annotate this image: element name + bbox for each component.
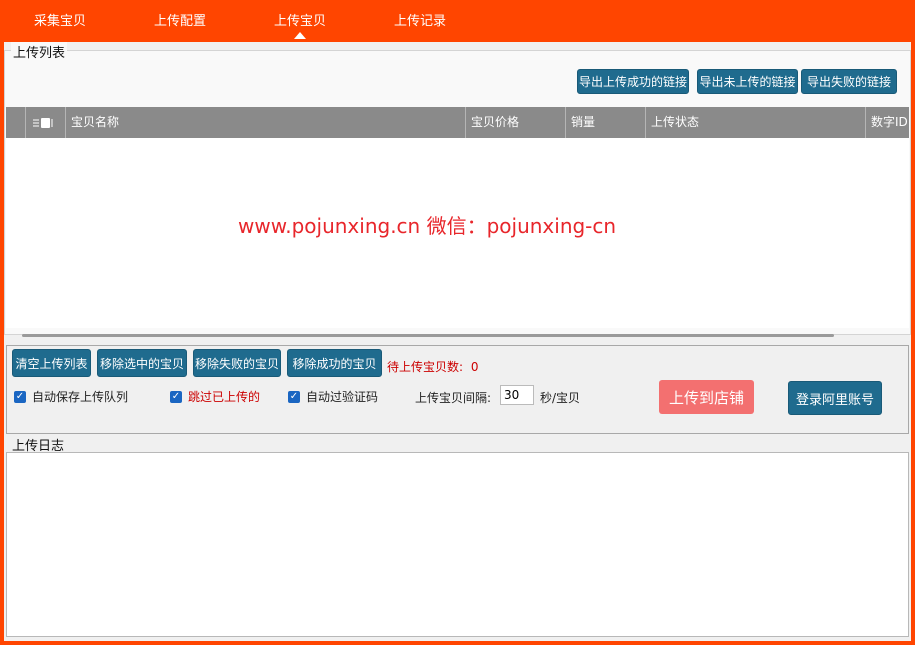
pending-count-display: 待上传宝贝数: 0 (387, 358, 479, 375)
pending-count-label: 待上传宝贝数: (387, 360, 464, 374)
horizontal-scrollbar[interactable] (22, 334, 834, 337)
upload-interval-input[interactable] (500, 385, 534, 405)
column-sales[interactable]: 销量 (565, 107, 645, 138)
skip-uploaded-checkbox[interactable]: ✓ 跳过已上传的 (170, 388, 260, 405)
auto-captcha-checkbox[interactable]: ✓ 自动过验证码 (288, 388, 378, 405)
watermark-text: www.pojunxing.cn 微信：pojunxing-cn (238, 214, 617, 238)
row-header-cell (6, 107, 25, 138)
upload-to-store-button[interactable]: 上传到店铺 (659, 380, 754, 414)
export-success-links-button[interactable]: 导出上传成功的链接 (577, 69, 689, 94)
column-chooser-icon[interactable] (32, 116, 54, 130)
remove-success-items-button[interactable]: 移除成功的宝贝 (287, 349, 382, 377)
tab-upload-config[interactable]: 上传配置 (154, 10, 206, 29)
remove-failed-items-button[interactable]: 移除失败的宝贝 (193, 349, 281, 377)
upload-table-header: 宝贝名称 宝贝价格 销量 上传状态 数字ID (6, 107, 909, 138)
login-ali-account-button[interactable]: 登录阿里账号 (788, 381, 882, 415)
upload-table-body[interactable]: www.pojunxing.cn 微信：pojunxing-cn (6, 138, 909, 328)
select-all-column[interactable] (25, 107, 65, 138)
upload-interval-unit: 秒/宝贝 (540, 391, 581, 405)
column-numeric-id[interactable]: 数字ID (865, 107, 909, 138)
checkmark-icon: ✓ (170, 390, 182, 403)
skip-uploaded-label: 跳过已上传的 (188, 390, 261, 404)
tab-upload-records[interactable]: 上传记录 (394, 10, 446, 29)
auto-save-queue-checkbox[interactable]: ✓ 自动保存上传队列 (14, 388, 128, 405)
column-item-name[interactable]: 宝贝名称 (65, 107, 465, 138)
top-nav: 采集宝贝 上传配置 上传宝贝 上传记录 (0, 0, 915, 40)
upload-list-title: 上传列表 (11, 42, 68, 61)
pending-count-value: 0 (470, 360, 479, 374)
checkmark-icon: ✓ (288, 390, 300, 403)
tab-upload-items[interactable]: 上传宝贝 (274, 10, 326, 39)
column-item-price[interactable]: 宝贝价格 (465, 107, 565, 138)
upload-interval-label: 上传宝贝间隔: (415, 391, 492, 405)
export-failed-links-button[interactable]: 导出失败的链接 (801, 69, 897, 94)
auto-captcha-label: 自动过验证码 (306, 390, 379, 404)
upload-log-textarea[interactable] (6, 452, 909, 637)
tab-collect-items[interactable]: 采集宝贝 (34, 10, 86, 29)
checkmark-icon: ✓ (14, 390, 26, 403)
remove-selected-items-button[interactable]: 移除选中的宝贝 (97, 349, 187, 377)
clear-upload-list-button[interactable]: 清空上传列表 (12, 349, 91, 377)
main-content: 上传列表 导出上传成功的链接 导出未上传的链接 导出失败的链接 宝贝名称 宝贝价… (4, 42, 911, 641)
auto-save-queue-label: 自动保存上传队列 (32, 390, 129, 404)
export-not-uploaded-links-button[interactable]: 导出未上传的链接 (697, 69, 798, 94)
column-upload-status[interactable]: 上传状态 (645, 107, 865, 138)
